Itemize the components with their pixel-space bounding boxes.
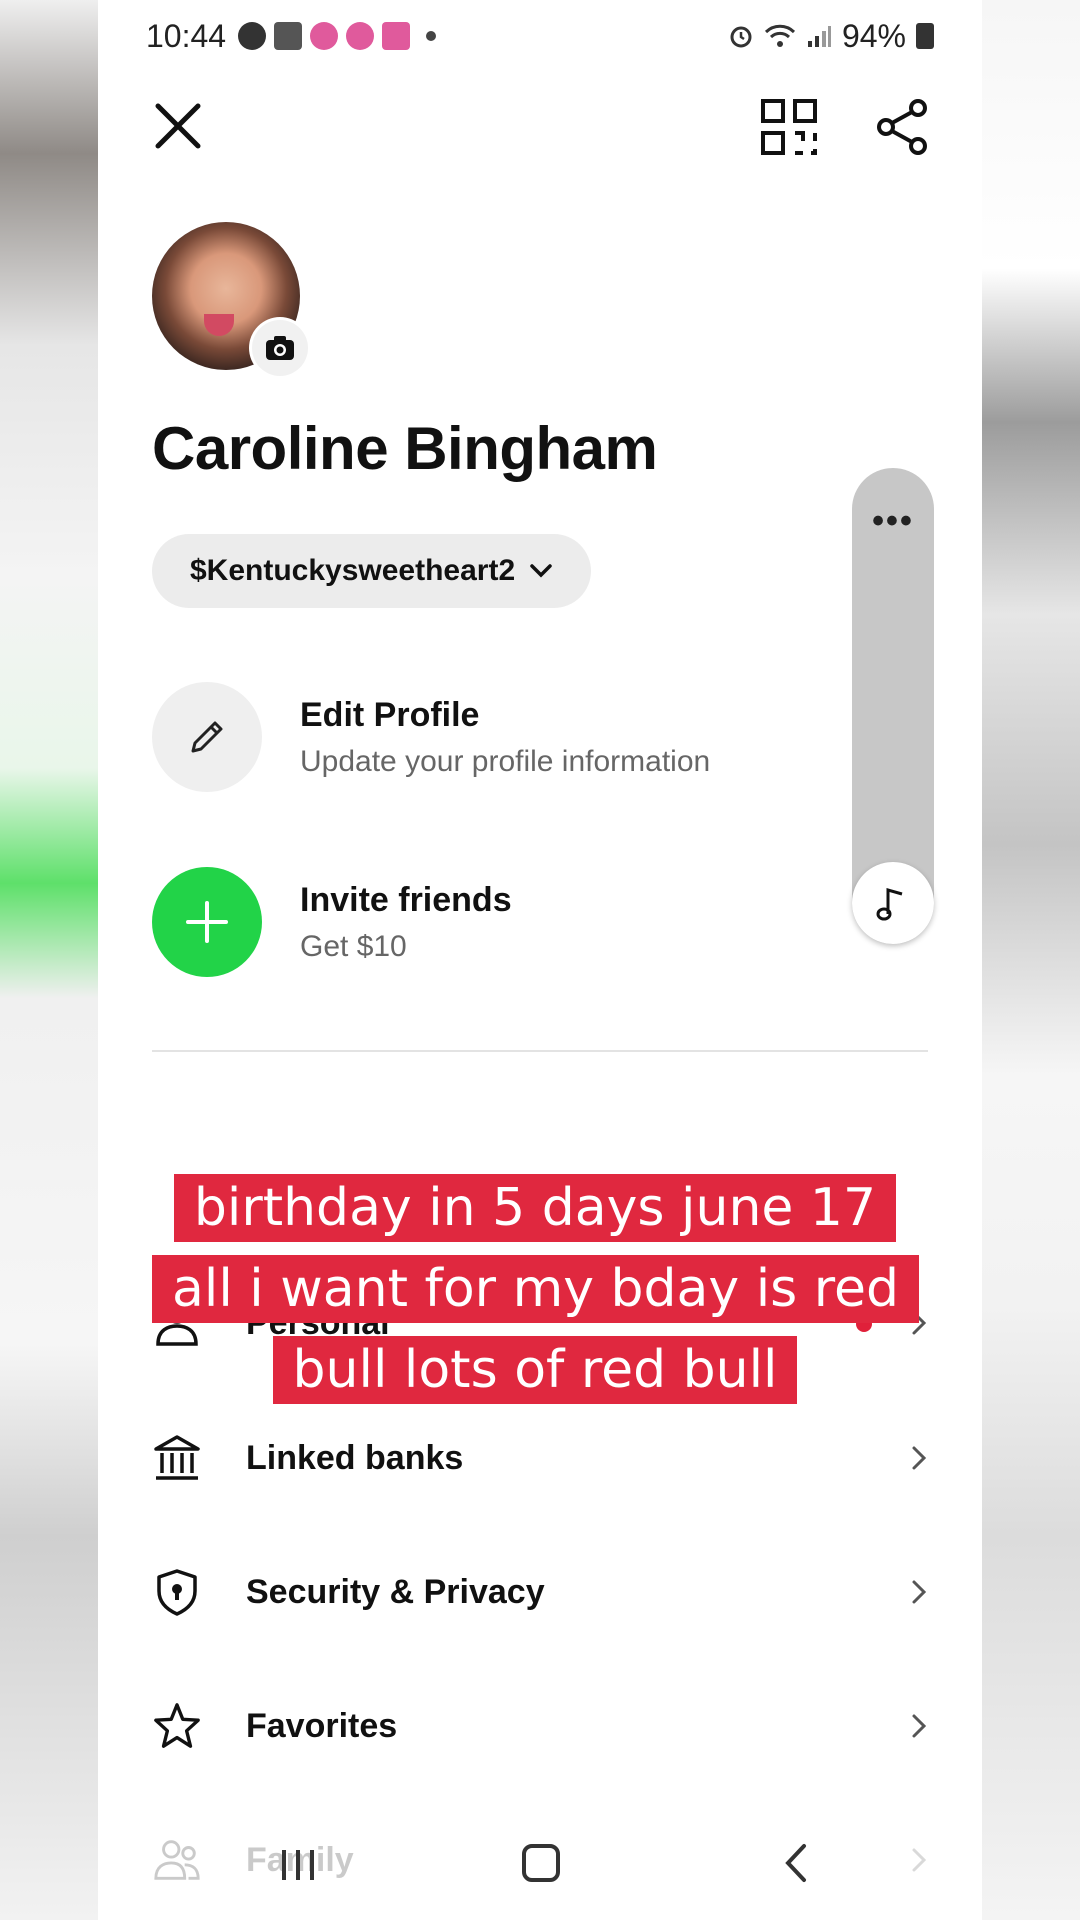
back-button[interactable] bbox=[780, 1842, 810, 1884]
chevron-right-icon bbox=[912, 1446, 927, 1470]
invite-friends-row[interactable]: Invite friends Get $10 bbox=[152, 867, 512, 977]
pencil-icon bbox=[191, 721, 223, 753]
home-button[interactable] bbox=[522, 1844, 560, 1882]
shield-icon bbox=[152, 1567, 202, 1617]
profile-name: Caroline Bingham bbox=[152, 415, 658, 482]
video-side-panel: ••• bbox=[852, 468, 934, 944]
menu-label-favorites: Favorites bbox=[246, 1706, 398, 1745]
chevron-down-icon bbox=[530, 564, 552, 578]
battery-percent: 94% bbox=[841, 17, 906, 54]
qr-scan-button[interactable] bbox=[760, 98, 818, 156]
qr-scan-icon bbox=[761, 99, 817, 155]
blurred-background-left bbox=[0, 0, 98, 1920]
capcut-icon bbox=[274, 22, 303, 50]
edit-profile-row[interactable]: Edit Profile Update your profile informa… bbox=[152, 682, 710, 792]
star-icon bbox=[152, 1701, 202, 1751]
menu-item-linked-banks[interactable]: Linked banks bbox=[152, 1418, 928, 1498]
caption-text: birthday in 5 days june 17 all i want fo… bbox=[152, 1174, 920, 1404]
avatar-photo-detail bbox=[204, 314, 234, 336]
more-options-button[interactable]: ••• bbox=[852, 502, 934, 541]
battery-icon bbox=[916, 23, 934, 49]
invite-friends-title: Invite friends bbox=[300, 880, 512, 919]
chevron-right-icon bbox=[912, 1580, 927, 1604]
section-divider bbox=[152, 1050, 928, 1052]
chevron-right-icon bbox=[912, 1714, 927, 1738]
more-notifications-dot bbox=[426, 31, 437, 41]
share-icon bbox=[877, 99, 927, 155]
status-time: 10:44 bbox=[146, 17, 227, 54]
invite-friends-texts: Invite friends Get $10 bbox=[300, 881, 512, 964]
video-caption: birthday in 5 days june 17 all i want fo… bbox=[152, 1168, 920, 1411]
menu-label-security-privacy: Security & Privacy bbox=[246, 1572, 545, 1611]
tmobile-play-icon bbox=[382, 22, 411, 50]
menu-label-linked-banks: Linked banks bbox=[246, 1438, 464, 1477]
cashtag-label: $Kentuckysweetheart2 bbox=[190, 554, 516, 587]
close-icon bbox=[155, 103, 201, 149]
wifi-icon bbox=[764, 24, 796, 47]
invite-friends-subtitle: Get $10 bbox=[300, 929, 407, 963]
plus-icon bbox=[186, 901, 228, 943]
change-photo-button[interactable] bbox=[252, 320, 308, 376]
profile-screen: 10:44 94% Caroline Bingham $Kentuckyswee… bbox=[98, 0, 982, 1920]
music-note-icon bbox=[876, 888, 903, 921]
tiktok-icon bbox=[346, 22, 375, 50]
close-button[interactable] bbox=[150, 98, 206, 154]
edit-profile-icon-circle bbox=[152, 682, 262, 792]
share-button[interactable] bbox=[874, 98, 930, 156]
invite-icon-circle bbox=[152, 867, 262, 977]
recent-apps-button[interactable] bbox=[278, 1846, 318, 1884]
edit-profile-title: Edit Profile bbox=[300, 695, 480, 734]
menu-item-security-privacy[interactable]: Security & Privacy bbox=[152, 1552, 928, 1632]
bank-icon bbox=[152, 1433, 202, 1483]
edit-profile-texts: Edit Profile Update your profile informa… bbox=[300, 696, 710, 779]
edit-profile-subtitle: Update your profile information bbox=[300, 744, 711, 778]
status-right: 94% bbox=[728, 18, 934, 55]
messenger-icon bbox=[238, 22, 267, 50]
tiktok-icon bbox=[310, 22, 339, 50]
signal-icon bbox=[807, 26, 831, 47]
cashtag-selector[interactable]: $Kentuckysweetheart2 bbox=[152, 534, 592, 608]
camera-icon bbox=[266, 336, 294, 360]
menu-item-favorites[interactable]: Favorites bbox=[152, 1686, 928, 1766]
system-navigation-bar bbox=[98, 1840, 982, 1900]
music-disc-button[interactable] bbox=[852, 862, 934, 944]
blurred-background-right bbox=[982, 0, 1080, 1920]
status-bar: 10:44 94% bbox=[146, 14, 934, 58]
alarm-icon bbox=[730, 26, 752, 48]
